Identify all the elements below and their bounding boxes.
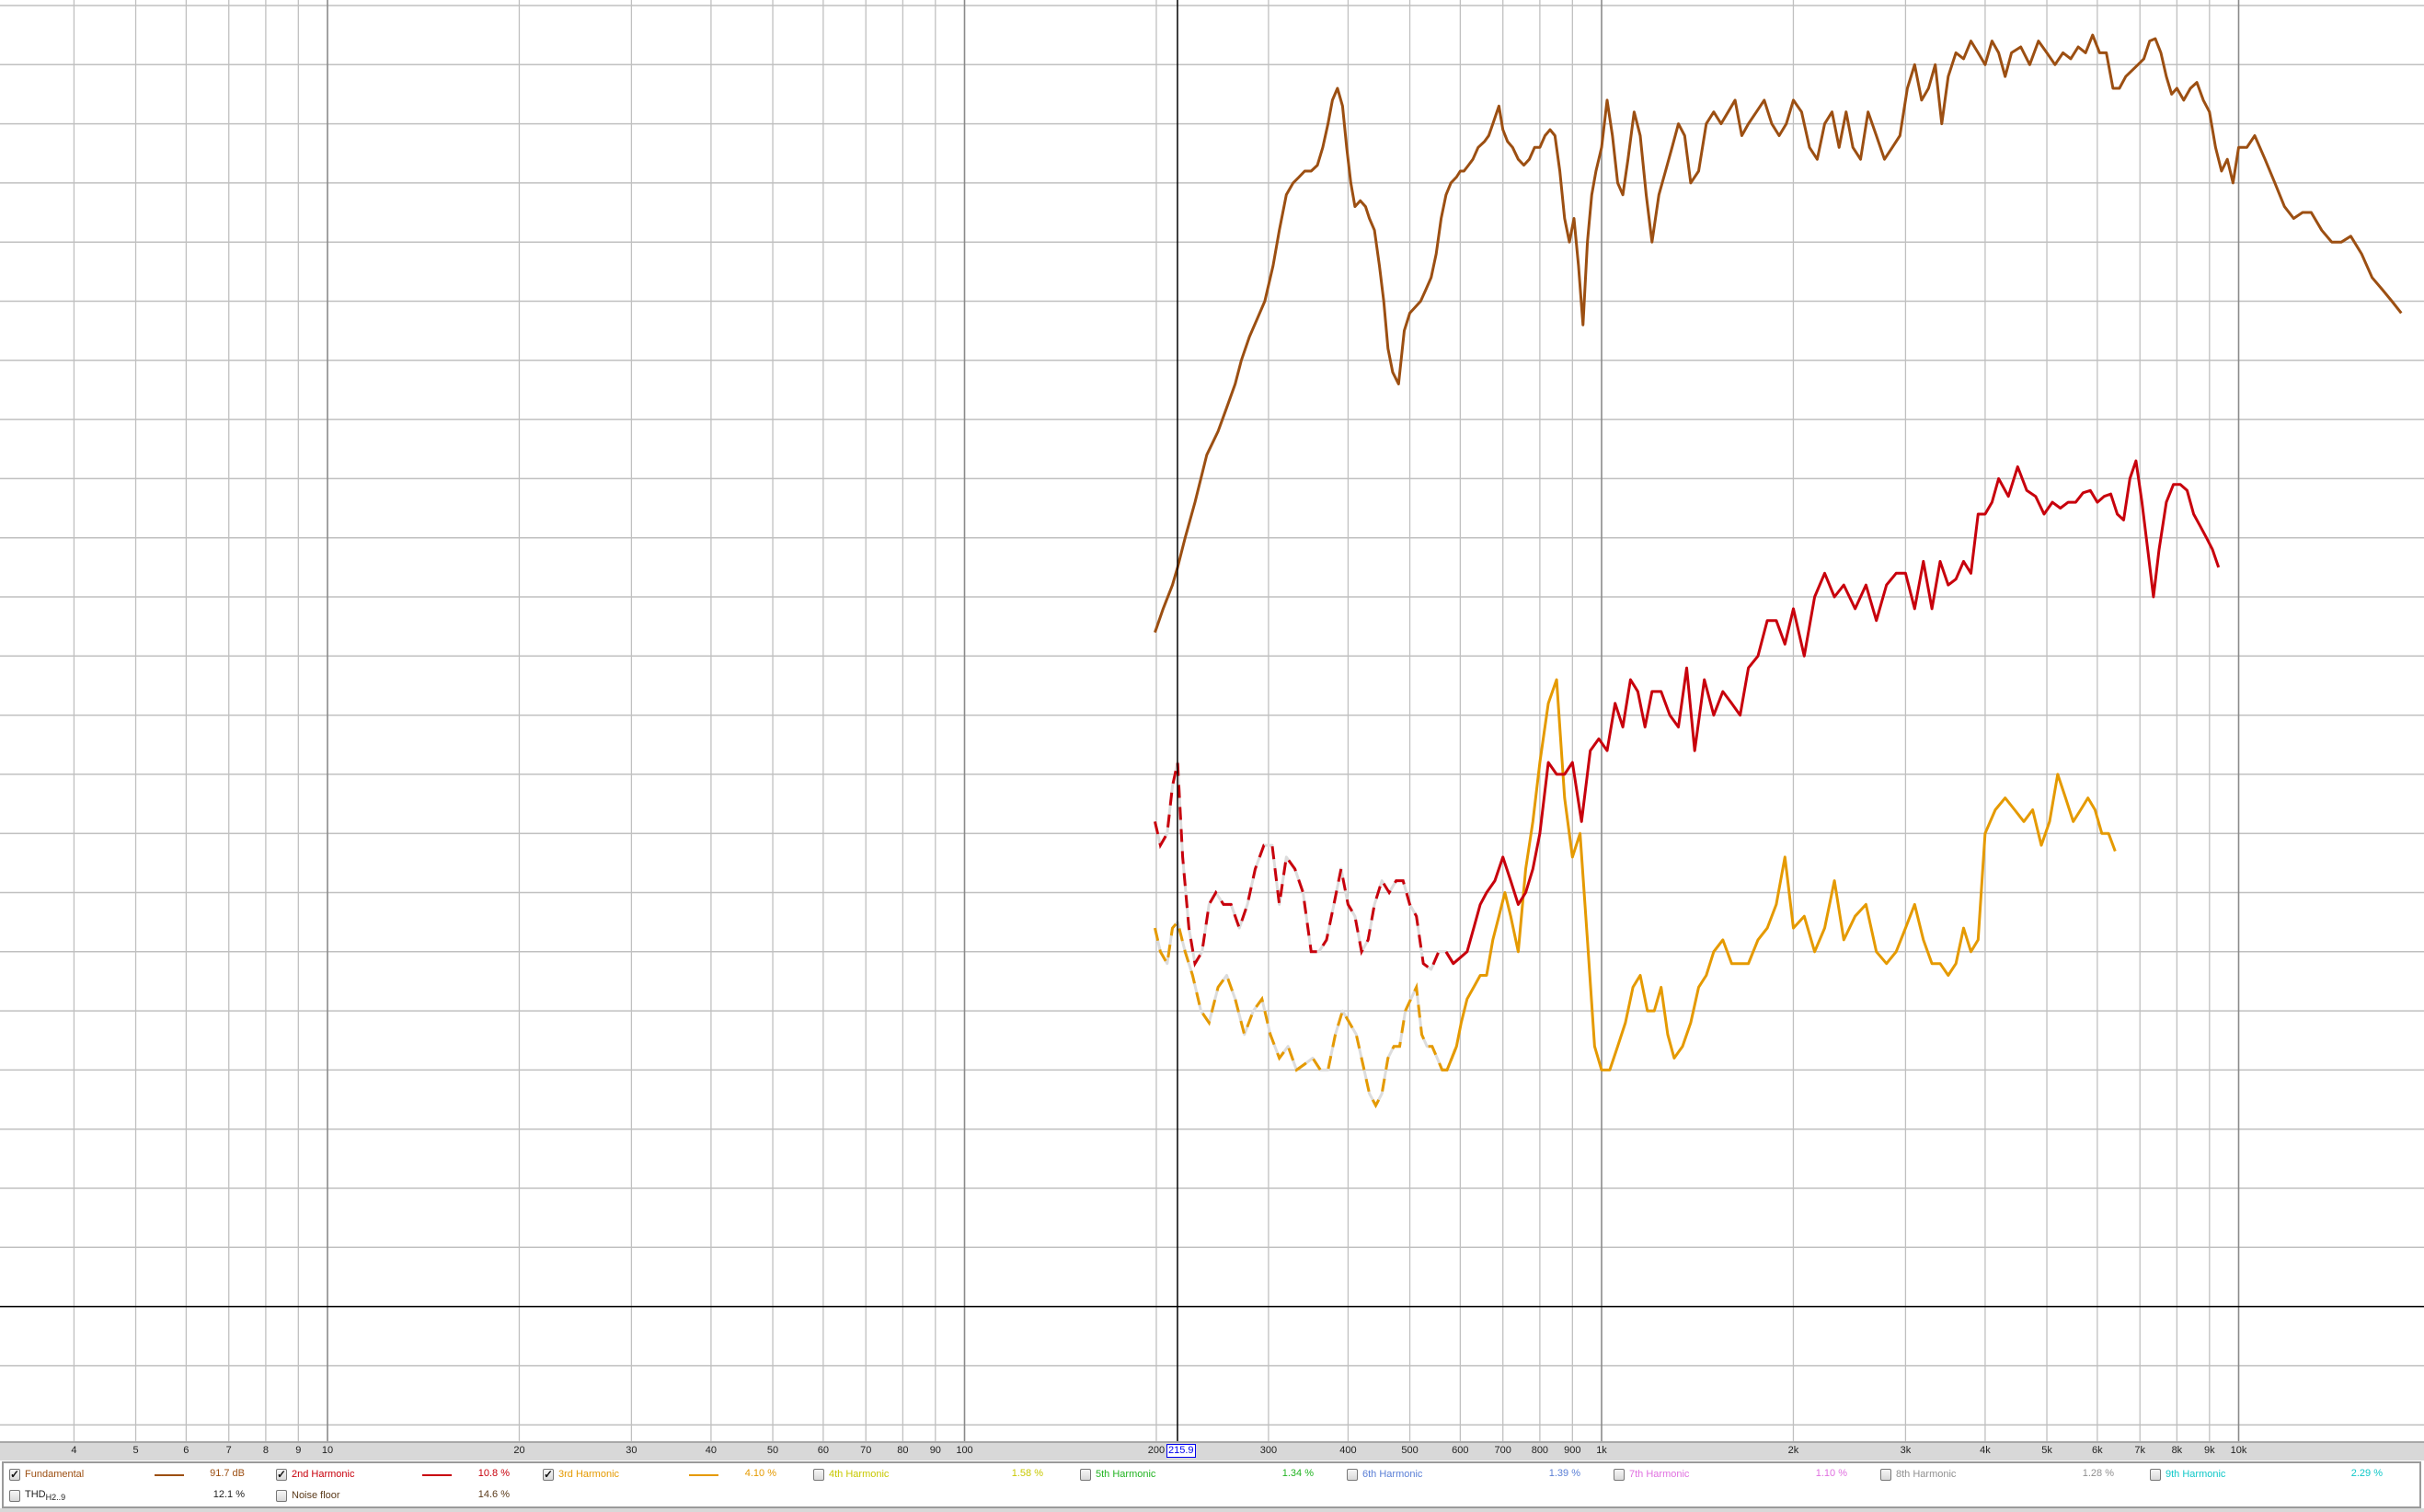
legend-label-8th-harmonic: 8th Harmonic [1896, 1469, 1957, 1480]
legend-value-9th-harmonic: 2.29 % [2350, 1468, 2383, 1479]
legend-item-7th-harmonic[interactable]: 7th Harmonic [1614, 1465, 1689, 1483]
x-tick-label: 60 [817, 1445, 829, 1456]
x-tick-label: 6k [2092, 1445, 2103, 1456]
legend-swatch-2nd-harmonic [422, 1474, 452, 1476]
x-tick-label: 80 [897, 1445, 909, 1456]
legend-swatch-3rd-harmonic [689, 1474, 718, 1476]
vertical-gridlines [73, 0, 2240, 1441]
legend-label-7th-harmonic: 7th Harmonic [1629, 1469, 1690, 1480]
legend-item-fundamental[interactable]: ✓ Fundamental [9, 1465, 84, 1483]
legend-value-4th-harmonic: 1.58 % [1011, 1468, 1043, 1479]
x-tick-label: 9 [295, 1445, 302, 1456]
x-tick-label: 8 [262, 1445, 269, 1456]
x-tick-label: 100 [956, 1445, 973, 1456]
checkbox-noise-floor[interactable] [276, 1489, 287, 1502]
legend-item-8th-harmonic[interactable]: 8th Harmonic [1880, 1465, 1956, 1483]
legend-panel: ✓ Fundamental 91.7 dB ✓ 2nd Harmonic 10.… [2, 1461, 2421, 1508]
legend-label-9th-harmonic: 9th Harmonic [2166, 1469, 2226, 1480]
x-tick-label: 600 [1452, 1445, 1469, 1456]
x-tick-label: 9k [2204, 1445, 2215, 1456]
x-tick-label: 10 [321, 1445, 334, 1456]
legend-value-fundamental: 91.7 dB [210, 1468, 245, 1479]
x-tick-label: 8k [2171, 1445, 2183, 1456]
checkbox-9th-harmonic[interactable] [2150, 1468, 2161, 1481]
legend-item-noise-floor[interactable]: Noise floor [276, 1486, 340, 1505]
thd-label-text: THD [25, 1488, 46, 1500]
chart-svg [0, 0, 2424, 1441]
x-tick-label: 200 [1147, 1445, 1166, 1456]
legend-item-3rd-harmonic[interactable]: ✓ 3rd Harmonic [543, 1465, 619, 1483]
x-tick-label: 50 [766, 1445, 779, 1456]
x-tick-label: 300 [1259, 1445, 1278, 1456]
legend-label-2nd-harmonic: 2nd Harmonic [292, 1469, 355, 1480]
legend-swatch-fundamental [155, 1474, 184, 1476]
x-tick-label: 30 [626, 1445, 638, 1456]
legend-label-3rd-harmonic: 3rd Harmonic [558, 1469, 620, 1480]
checkbox-5th-harmonic[interactable] [1080, 1468, 1091, 1481]
cursor-frequency-readout: 215.9 [1166, 1444, 1196, 1458]
series-partial-h2 [1154, 762, 1462, 972]
x-tick-label: 7 [225, 1445, 232, 1456]
thd-label-subscript: H2..9 [45, 1493, 66, 1503]
legend-item-6th-harmonic[interactable]: 6th Harmonic [1347, 1465, 1422, 1483]
x-tick-label: 5 [132, 1445, 139, 1456]
legend-value-8th-harmonic: 1.28 % [2082, 1468, 2114, 1479]
legend-item-thd[interactable]: THDH2..9 [9, 1486, 65, 1505]
legend-value-6th-harmonic: 1.39 % [1548, 1468, 1580, 1479]
legend-label-6th-harmonic: 6th Harmonic [1362, 1469, 1423, 1480]
legend-label-thd: THDH2..9 [25, 1489, 65, 1502]
series-below-noise-h2 [1154, 761, 1462, 971]
x-tick-label: 5k [2041, 1445, 2052, 1456]
x-tick-label: 2k [1787, 1445, 1799, 1456]
legend-label-4th-harmonic: 4th Harmonic [829, 1469, 890, 1480]
series-partial-h3 [1154, 919, 1458, 1109]
x-tick-label: 20 [513, 1445, 525, 1456]
legend-item-9th-harmonic[interactable]: 9th Harmonic [2150, 1465, 2225, 1483]
legend-item-4th-harmonic[interactable]: 4th Harmonic [813, 1465, 889, 1483]
x-tick-label: 7k [2134, 1445, 2146, 1456]
x-tick-label: 4 [71, 1445, 77, 1456]
checkbox-6th-harmonic[interactable] [1347, 1468, 1358, 1481]
legend-value-2nd-harmonic: 10.8 % [477, 1468, 510, 1479]
checkbox-8th-harmonic[interactable] [1880, 1468, 1891, 1481]
x-tick-label: 3k [1900, 1445, 1912, 1456]
x-tick-label: 700 [1494, 1445, 1511, 1456]
legend-bottom-border [0, 1508, 2424, 1512]
legend-value-3rd-harmonic: 4.10 % [744, 1468, 776, 1479]
legend-label-fundamental: Fundamental [25, 1469, 85, 1480]
legend-value-thd: 12.1 % [213, 1489, 245, 1500]
legend-value-5th-harmonic: 1.34 % [1281, 1468, 1314, 1479]
x-tick-label: 400 [1339, 1445, 1357, 1456]
legend-label-5th-harmonic: 5th Harmonic [1096, 1469, 1156, 1480]
legend-item-5th-harmonic[interactable]: 5th Harmonic [1080, 1465, 1155, 1483]
legend-item-2nd-harmonic[interactable]: ✓ 2nd Harmonic [276, 1465, 354, 1483]
x-tick-label: 10k [2230, 1445, 2247, 1456]
checkbox-thd[interactable] [9, 1489, 20, 1502]
x-tick-label: 1k [1596, 1445, 1607, 1456]
plot-area[interactable] [0, 0, 2424, 1441]
legend-value-noise-floor: 14.6 % [477, 1489, 510, 1500]
checkbox-fundamental[interactable]: ✓ [9, 1468, 20, 1481]
series-line-fundamental [1154, 33, 2403, 634]
x-tick-label: 40 [705, 1445, 718, 1456]
checkbox-3rd-harmonic[interactable]: ✓ [543, 1468, 554, 1481]
x-tick-label: 4k [1980, 1445, 1991, 1456]
x-tick-label: 70 [860, 1445, 872, 1456]
checkbox-2nd-harmonic[interactable]: ✓ [276, 1468, 287, 1481]
x-tick-label: 800 [1531, 1445, 1549, 1456]
legend-label-noise-floor: Noise floor [292, 1490, 340, 1501]
legend-value-7th-harmonic: 1.10 % [1815, 1468, 1847, 1479]
checkbox-4th-harmonic[interactable] [813, 1468, 824, 1481]
series-below-noise-h3 [1154, 921, 1458, 1107]
x-tick-label: 6 [183, 1445, 190, 1456]
x-tick-label: 90 [929, 1445, 941, 1456]
x-tick-label: 500 [1401, 1445, 1419, 1456]
horizontal-gridlines [0, 5, 2424, 1426]
x-tick-label: 900 [1564, 1445, 1581, 1456]
x-axis-bar: 4 5 6 7 8 9 10 20 30 40 50 60 70 80 90 100 200 300 400 500 6… [0, 1441, 2424, 1460]
series-layer [1154, 33, 2403, 1109]
checkbox-7th-harmonic[interactable] [1614, 1468, 1625, 1481]
